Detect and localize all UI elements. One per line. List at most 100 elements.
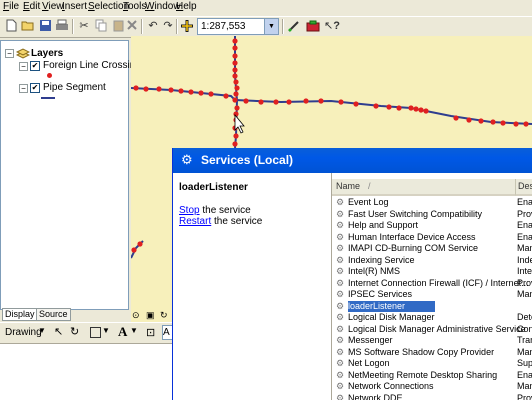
service-row[interactable]: ⚙Indexing Service Inde (332, 255, 532, 266)
collapse-icon[interactable]: − (5, 49, 14, 58)
crossing-point (232, 53, 238, 59)
collapse-icon[interactable]: − (19, 62, 28, 71)
tab-display[interactable]: Display (2, 308, 38, 321)
service-description: Ena (517, 369, 532, 380)
column-name-label: Name (336, 181, 361, 191)
service-name: IPSEC Services (348, 289, 413, 299)
data-view-icon[interactable]: ⊙ (132, 310, 140, 321)
crossing-point (490, 119, 496, 125)
undo-icon[interactable]: ↶ (145, 19, 161, 34)
point-symbol-icon (47, 73, 52, 78)
restart-service-link[interactable]: Restart (179, 216, 211, 227)
service-row[interactable]: ⚙IPSEC Services Man (332, 289, 532, 300)
edit-vertices-icon[interactable]: ⊡ (146, 326, 155, 339)
crossing-point (386, 104, 392, 110)
service-row[interactable]: ⚙ loaderListener (332, 300, 532, 312)
refresh-icon[interactable]: ↻ (160, 310, 168, 321)
service-description: Man (517, 243, 532, 253)
cut-icon[interactable]: ✂ (76, 19, 92, 34)
copy-icon[interactable] (93, 19, 109, 34)
menu-tools[interactable]: Tools (123, 1, 146, 12)
service-description: Tran (517, 335, 532, 345)
service-row[interactable]: ⚙ Internet Connection Firewall (ICF) / In… (332, 278, 532, 289)
service-name: Event Log (348, 197, 389, 207)
service-gear-icon: ⚙ (336, 266, 345, 276)
toolbar-separator (282, 19, 284, 34)
crossing-point (523, 121, 529, 127)
service-name: Network Connections (348, 381, 434, 391)
table-of-contents: − Layers − ✔ Foreign Line Crossing − ✔ P… (0, 40, 141, 310)
service-row[interactable]: ⚙Intel(R) NMS Intel (332, 266, 532, 277)
service-row[interactable]: ⚙ Help and Support Ena (332, 220, 532, 231)
add-data-icon[interactable] (179, 19, 195, 34)
service-row[interactable]: ⚙ Event Log Ena (332, 197, 532, 208)
crossing-point (208, 91, 214, 97)
service-row[interactable]: ⚙ Net Logon Sup (332, 358, 532, 369)
service-name: Human Interface Device Access (348, 231, 476, 242)
service-description: Ena (517, 197, 532, 207)
layer-pipe-segment[interactable]: Pipe Segment (43, 82, 106, 93)
service-row[interactable]: ⚙ Human Interface Device Access Ena (332, 232, 532, 243)
service-name: MS Software Shadow Copy Provider (348, 346, 495, 357)
services-title-bar[interactable]: ⚙ Services (Local) (173, 148, 532, 173)
chevron-down-icon[interactable]: ▼ (38, 326, 46, 335)
rotate-icon[interactable]: ↻ (70, 325, 79, 338)
rectangle-icon[interactable] (90, 327, 101, 338)
redo-icon[interactable]: ↷ (160, 19, 176, 34)
open-folder-icon[interactable] (20, 19, 36, 34)
service-row[interactable]: ⚙Fast User Switching Compatibility Prov (332, 209, 532, 220)
chevron-down-icon[interactable]: ▼ (102, 326, 110, 335)
service-row[interactable]: ⚙Network Connections Man (332, 381, 532, 392)
menu-edit[interactable]: Edit (23, 1, 40, 12)
service-row[interactable]: ⚙ NetMeeting Remote Desktop Sharing Ena (332, 370, 532, 381)
service-name: Logical Disk Manager (348, 312, 435, 322)
map-scale-value: 1:287,553 (201, 21, 246, 32)
column-header-description[interactable]: Des (516, 179, 532, 196)
menu-file[interactable]: File (3, 1, 19, 12)
print-icon[interactable] (54, 19, 70, 34)
arctoolbox-icon[interactable] (305, 19, 321, 34)
toc-layers-root[interactable]: Layers (31, 48, 63, 59)
map-scale-dropdown[interactable]: 1:287,553 ▼ (197, 18, 279, 35)
layer-visibility-checkbox[interactable]: ✔ (30, 61, 40, 71)
drawing-toolbar: Drawing ▼ ↖ ↻ ▼ A ▼ ⊡ A (0, 322, 173, 344)
service-row[interactable]: ⚙ Logical Disk Manager Administrative Ser… (332, 324, 532, 335)
crossing-point (234, 105, 240, 111)
gears-icon: ⚙ (181, 152, 193, 167)
editor-toolbar-icon[interactable] (286, 19, 302, 34)
delete-icon[interactable] (124, 19, 140, 34)
service-row[interactable]: ⚙MS Software Shadow Copy Provider Man (332, 347, 532, 358)
menu-help[interactable]: Help (176, 1, 197, 12)
chevron-down-icon[interactable]: ▼ (130, 326, 138, 335)
service-row[interactable]: ⚙Logical Disk Manager Dete (332, 312, 532, 323)
service-name: loaderListener (348, 300, 436, 312)
select-elements-icon[interactable]: ↖ (54, 325, 63, 338)
new-document-icon[interactable] (3, 19, 19, 34)
collapse-icon[interactable]: − (19, 84, 28, 93)
crossing-point (232, 97, 238, 103)
service-description: Man (517, 346, 532, 357)
service-gear-icon: ⚙ (336, 300, 345, 311)
service-row[interactable]: ⚙Messenger Tran (332, 335, 532, 346)
service-description: Man (517, 289, 532, 299)
service-gear-icon: ⚙ (336, 197, 345, 207)
restart-service-row: Restart the service (179, 216, 262, 227)
crossing-point (453, 115, 459, 121)
tab-source[interactable]: Source (36, 308, 71, 321)
service-row[interactable]: ⚙Network DDE Prov (332, 393, 532, 400)
crossing-point (133, 85, 139, 91)
column-header-name[interactable]: Name / (332, 179, 516, 196)
stop-service-link[interactable]: Stop (179, 205, 200, 216)
layout-view-icon[interactable]: ▣ (146, 310, 155, 321)
drawing-menu[interactable]: Drawing (5, 327, 42, 338)
menu-view[interactable]: View (42, 1, 64, 12)
menu-insert[interactable]: Insert (62, 1, 87, 12)
new-text-icon[interactable]: A (118, 324, 127, 340)
layer-visibility-checkbox[interactable]: ✔ (30, 83, 40, 93)
chevron-down-icon[interactable]: ▼ (264, 19, 278, 34)
service-name: Intel(R) NMS (348, 266, 401, 276)
service-row[interactable]: ⚙IMAPI CD-Burning COM Service Man (332, 243, 532, 254)
save-icon[interactable] (37, 19, 53, 34)
layer-foreign-line-crossing[interactable]: Foreign Line Crossing (43, 60, 141, 71)
whats-this-help-icon[interactable]: ↖? (324, 19, 340, 34)
